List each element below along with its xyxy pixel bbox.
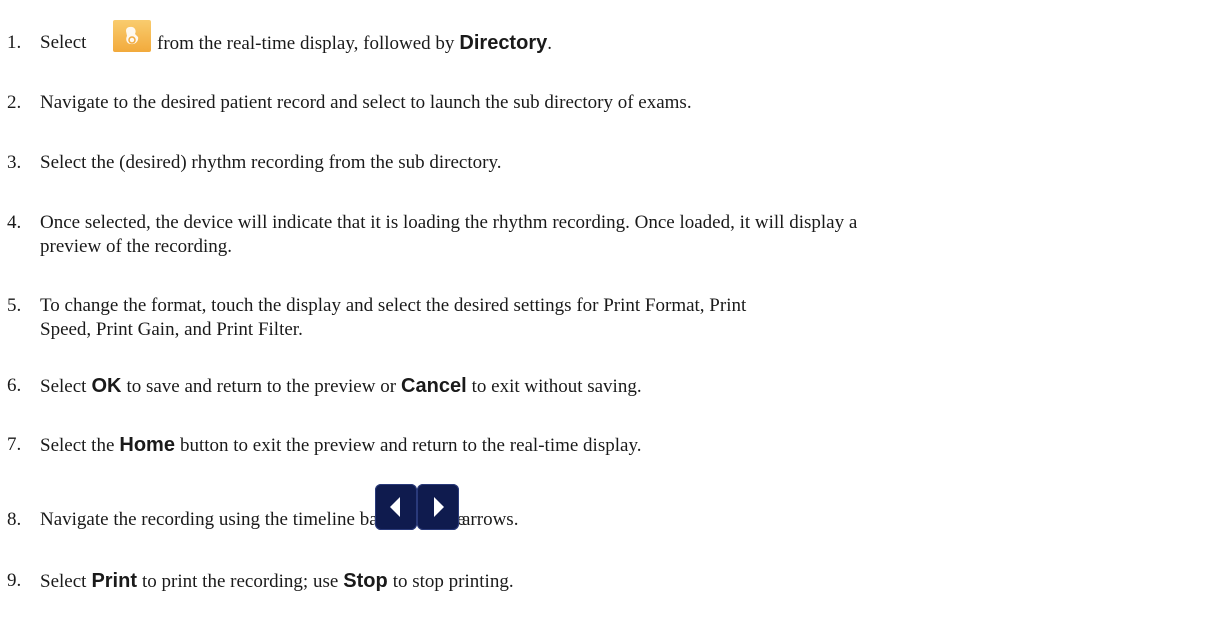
step-1-text-b: from the real-time display, followed by [157, 33, 455, 54]
step-number: 2. [7, 92, 22, 113]
step-number: 6. [7, 375, 22, 396]
step-6-text-b: to save and return to the preview or [126, 376, 397, 397]
step-text-continued: arrows. [462, 509, 519, 530]
step-text-continued: from the real-time display, followed by D… [157, 31, 552, 56]
step-number: 9. [7, 570, 22, 591]
step-number: 7. [7, 434, 22, 455]
step-text: Select the (desired) rhythm recording fr… [40, 152, 502, 173]
print-label: Print [91, 570, 137, 592]
step-9-text-b: to print the recording; use [142, 571, 339, 592]
step-number: 1. [7, 32, 22, 53]
step-text: Navigate to the desired patient record a… [40, 92, 692, 113]
step-text-line-1: Once selected, the device will indicate … [40, 212, 858, 233]
step-7-text-b: button to exit the preview and return to… [179, 435, 642, 456]
step-number: 4. [7, 212, 22, 233]
step-text-line-1: To change the format, touch the display … [40, 295, 747, 316]
step-6-text-c: to exit without saving. [471, 376, 642, 397]
right-arrow-icon [417, 484, 459, 530]
step-number: 3. [7, 152, 22, 173]
cancel-label: Cancel [401, 375, 467, 397]
timeline-arrows [375, 484, 459, 530]
step-text: Select the Home button to exit the preview… [40, 433, 641, 458]
step-text: Select [40, 31, 86, 55]
menu-icon [113, 20, 151, 52]
stop-label: Stop [343, 570, 388, 592]
ok-label: OK [91, 375, 122, 397]
step-text: Select Print to print the recording; use St… [40, 569, 514, 594]
step-7-text-a: Select the [40, 435, 115, 456]
home-label: Home [119, 434, 175, 456]
left-arrow-icon [375, 484, 417, 530]
step-1-text-c: . [547, 33, 552, 54]
step-number: 5. [7, 295, 22, 316]
step-text: Select OK to save and return to the previe… [40, 374, 642, 399]
step-9-text-c: to stop printing. [392, 571, 514, 592]
step-text-line-2: preview of the recording. [40, 236, 233, 257]
step-text-line-2: Speed, Print Gain, and Print Filter. [40, 319, 303, 340]
step-number: 8. [7, 509, 22, 530]
directory-label: Directory [459, 32, 548, 54]
step-1-text-a: Select [40, 32, 87, 53]
step-6-text-a: Select [40, 376, 87, 397]
step-9-text-a: Select [40, 571, 87, 592]
